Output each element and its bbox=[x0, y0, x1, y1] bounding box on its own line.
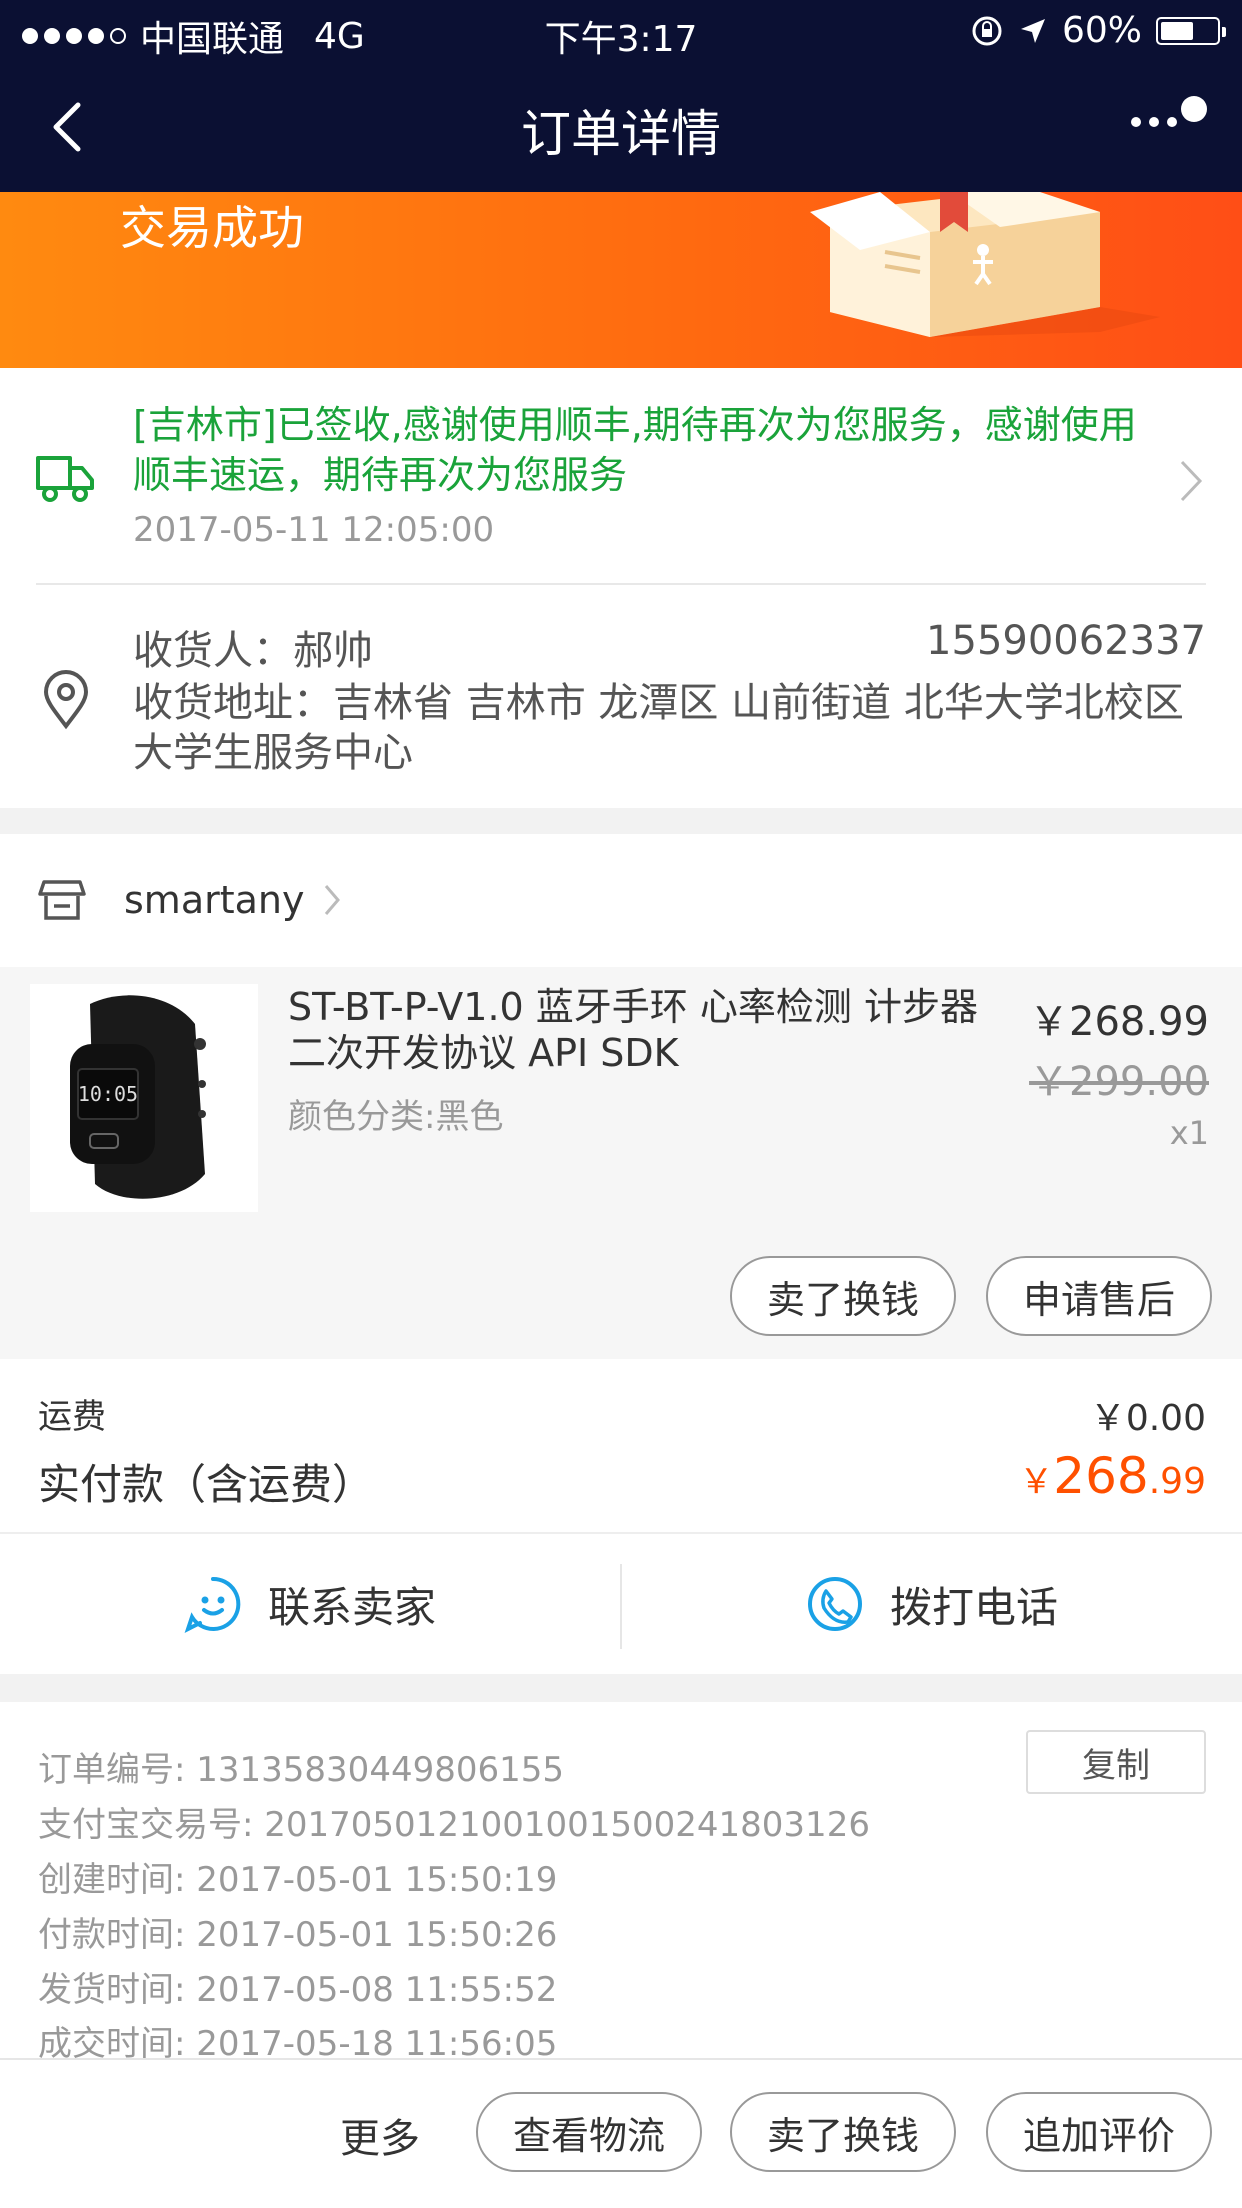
order-info: 复制 订单编号: 13135830449806155 支付宝交易号: 20170… bbox=[0, 1702, 1242, 2064]
shop-name: smartany bbox=[124, 878, 305, 922]
recipient-name: 收货人：郝帅 bbox=[133, 628, 373, 674]
order-number: 订单编号: 13135830449806155 bbox=[38, 1750, 565, 1790]
item-original-price: ￥299.00 bbox=[1029, 1059, 1209, 1105]
smart-band-image: 10:05 bbox=[70, 995, 206, 1199]
recipient-phone: 15590062337 bbox=[926, 618, 1206, 664]
package-box-illustration bbox=[810, 192, 1160, 337]
contact-seller-label: 联系卖家 bbox=[267, 1582, 436, 1632]
phone-call-icon bbox=[807, 1577, 862, 1631]
status-bar-right: 60% bbox=[970, 10, 1226, 51]
add-review-button[interactable]: 追加评价 bbox=[986, 2092, 1212, 2172]
sell-item-bottom-button[interactable]: 卖了换钱 bbox=[730, 2092, 956, 2172]
order-status-text: 交易成功 bbox=[120, 201, 304, 255]
sell-item-button[interactable]: 卖了换钱 bbox=[730, 1256, 956, 1336]
logistics-address-card: [吉林市]已签收,感谢使用顺丰,期待再次为您服务，感谢使用顺丰速运，期待再次为您… bbox=[0, 368, 1242, 808]
more-menu-icon[interactable] bbox=[1122, 92, 1212, 162]
page-title: 订单详情 bbox=[521, 105, 721, 163]
contact-seller-button[interactable]: 联系卖家 bbox=[0, 1534, 620, 1674]
shipping-fee-label: 运费 bbox=[38, 1397, 106, 1437]
logistics-time: 2017-05-11 12:05:00 bbox=[133, 510, 495, 550]
after-sales-button[interactable]: 申请售后 bbox=[986, 1256, 1212, 1336]
rotation-lock-icon bbox=[972, 16, 1002, 45]
total-paid-label: 实付款（含运费） bbox=[38, 1460, 375, 1509]
item-sku: 颜色分类:黑色 bbox=[288, 1097, 504, 1137]
item-price: ￥268.99 bbox=[1029, 999, 1209, 1045]
item-quantity: x1 bbox=[1169, 1114, 1209, 1152]
watch-display-time: 10:05 bbox=[78, 1082, 138, 1106]
more-actions-button[interactable]: 更多 bbox=[340, 2106, 420, 2164]
alipay-trade-number: 支付宝交易号: 2017050121001001500241803126 bbox=[38, 1805, 870, 1845]
battery-percent: 60% bbox=[1061, 10, 1142, 51]
bottom-action-bar: 更多 查看物流 卖了换钱 追加评价 bbox=[0, 2058, 1242, 2208]
total-paid-value: ￥268.99 bbox=[1019, 1447, 1206, 1505]
copy-order-number-button[interactable]: 复制 bbox=[1026, 1730, 1206, 1794]
chevron-right-icon bbox=[1180, 460, 1203, 502]
paid-time: 付款时间: 2017-05-01 15:50:26 bbox=[38, 1915, 558, 1955]
status-bar: 中国联通 4G 下午3:17 60% bbox=[0, 0, 1242, 62]
shipping-fee-value: ￥0.00 bbox=[1089, 1398, 1206, 1439]
nav-bar: 订单详情 bbox=[0, 62, 1242, 192]
contact-row: 联系卖家 拨打电话 bbox=[0, 1532, 1242, 1674]
created-time: 创建时间: 2017-05-01 15:50:19 bbox=[38, 1860, 558, 1900]
product-thumbnail[interactable]: 10:05 bbox=[30, 984, 258, 1212]
shipped-time: 发货时间: 2017-05-08 11:55:52 bbox=[38, 1970, 558, 2010]
truck-icon bbox=[36, 456, 94, 502]
battery-icon bbox=[1156, 16, 1226, 45]
shop-item-card: smartany 10:05 ST-BT-P-V1.0 蓝牙手环 心率检测 计步… bbox=[0, 834, 1242, 1359]
total-currency: ￥ bbox=[1019, 1462, 1054, 1502]
shop-icon bbox=[38, 880, 86, 920]
total-integer: 268 bbox=[1053, 1447, 1149, 1505]
divider bbox=[36, 583, 1206, 585]
payment-summary: 运费 ￥0.00 实付款（含运费） ￥268.99 bbox=[0, 1359, 1242, 1534]
location-arrow-icon bbox=[1020, 18, 1045, 43]
chat-smiley-icon bbox=[184, 1576, 241, 1633]
view-logistics-button[interactable]: 查看物流 bbox=[476, 2092, 702, 2172]
call-phone-button[interactable]: 拨打电话 bbox=[622, 1534, 1242, 1674]
call-phone-label: 拨打电话 bbox=[889, 1582, 1058, 1632]
location-pin-icon bbox=[43, 670, 89, 730]
chevron-right-icon bbox=[324, 885, 340, 915]
logistics-message: [吉林市]已签收,感谢使用顺丰,期待再次为您服务，感谢使用顺丰速运，期待再次为您… bbox=[133, 403, 1137, 497]
order-status-banner: 交易成功 bbox=[0, 192, 1242, 368]
item-title: ST-BT-P-V1.0 蓝牙手环 心率检测 计步器 二次开发协议 API SD… bbox=[288, 985, 978, 1075]
total-decimal: .99 bbox=[1148, 1461, 1206, 1502]
shipping-address: 收货地址：吉林省 吉林市 龙潭区 山前街道 北华大学北校区大学生服务中心 bbox=[133, 680, 1184, 776]
